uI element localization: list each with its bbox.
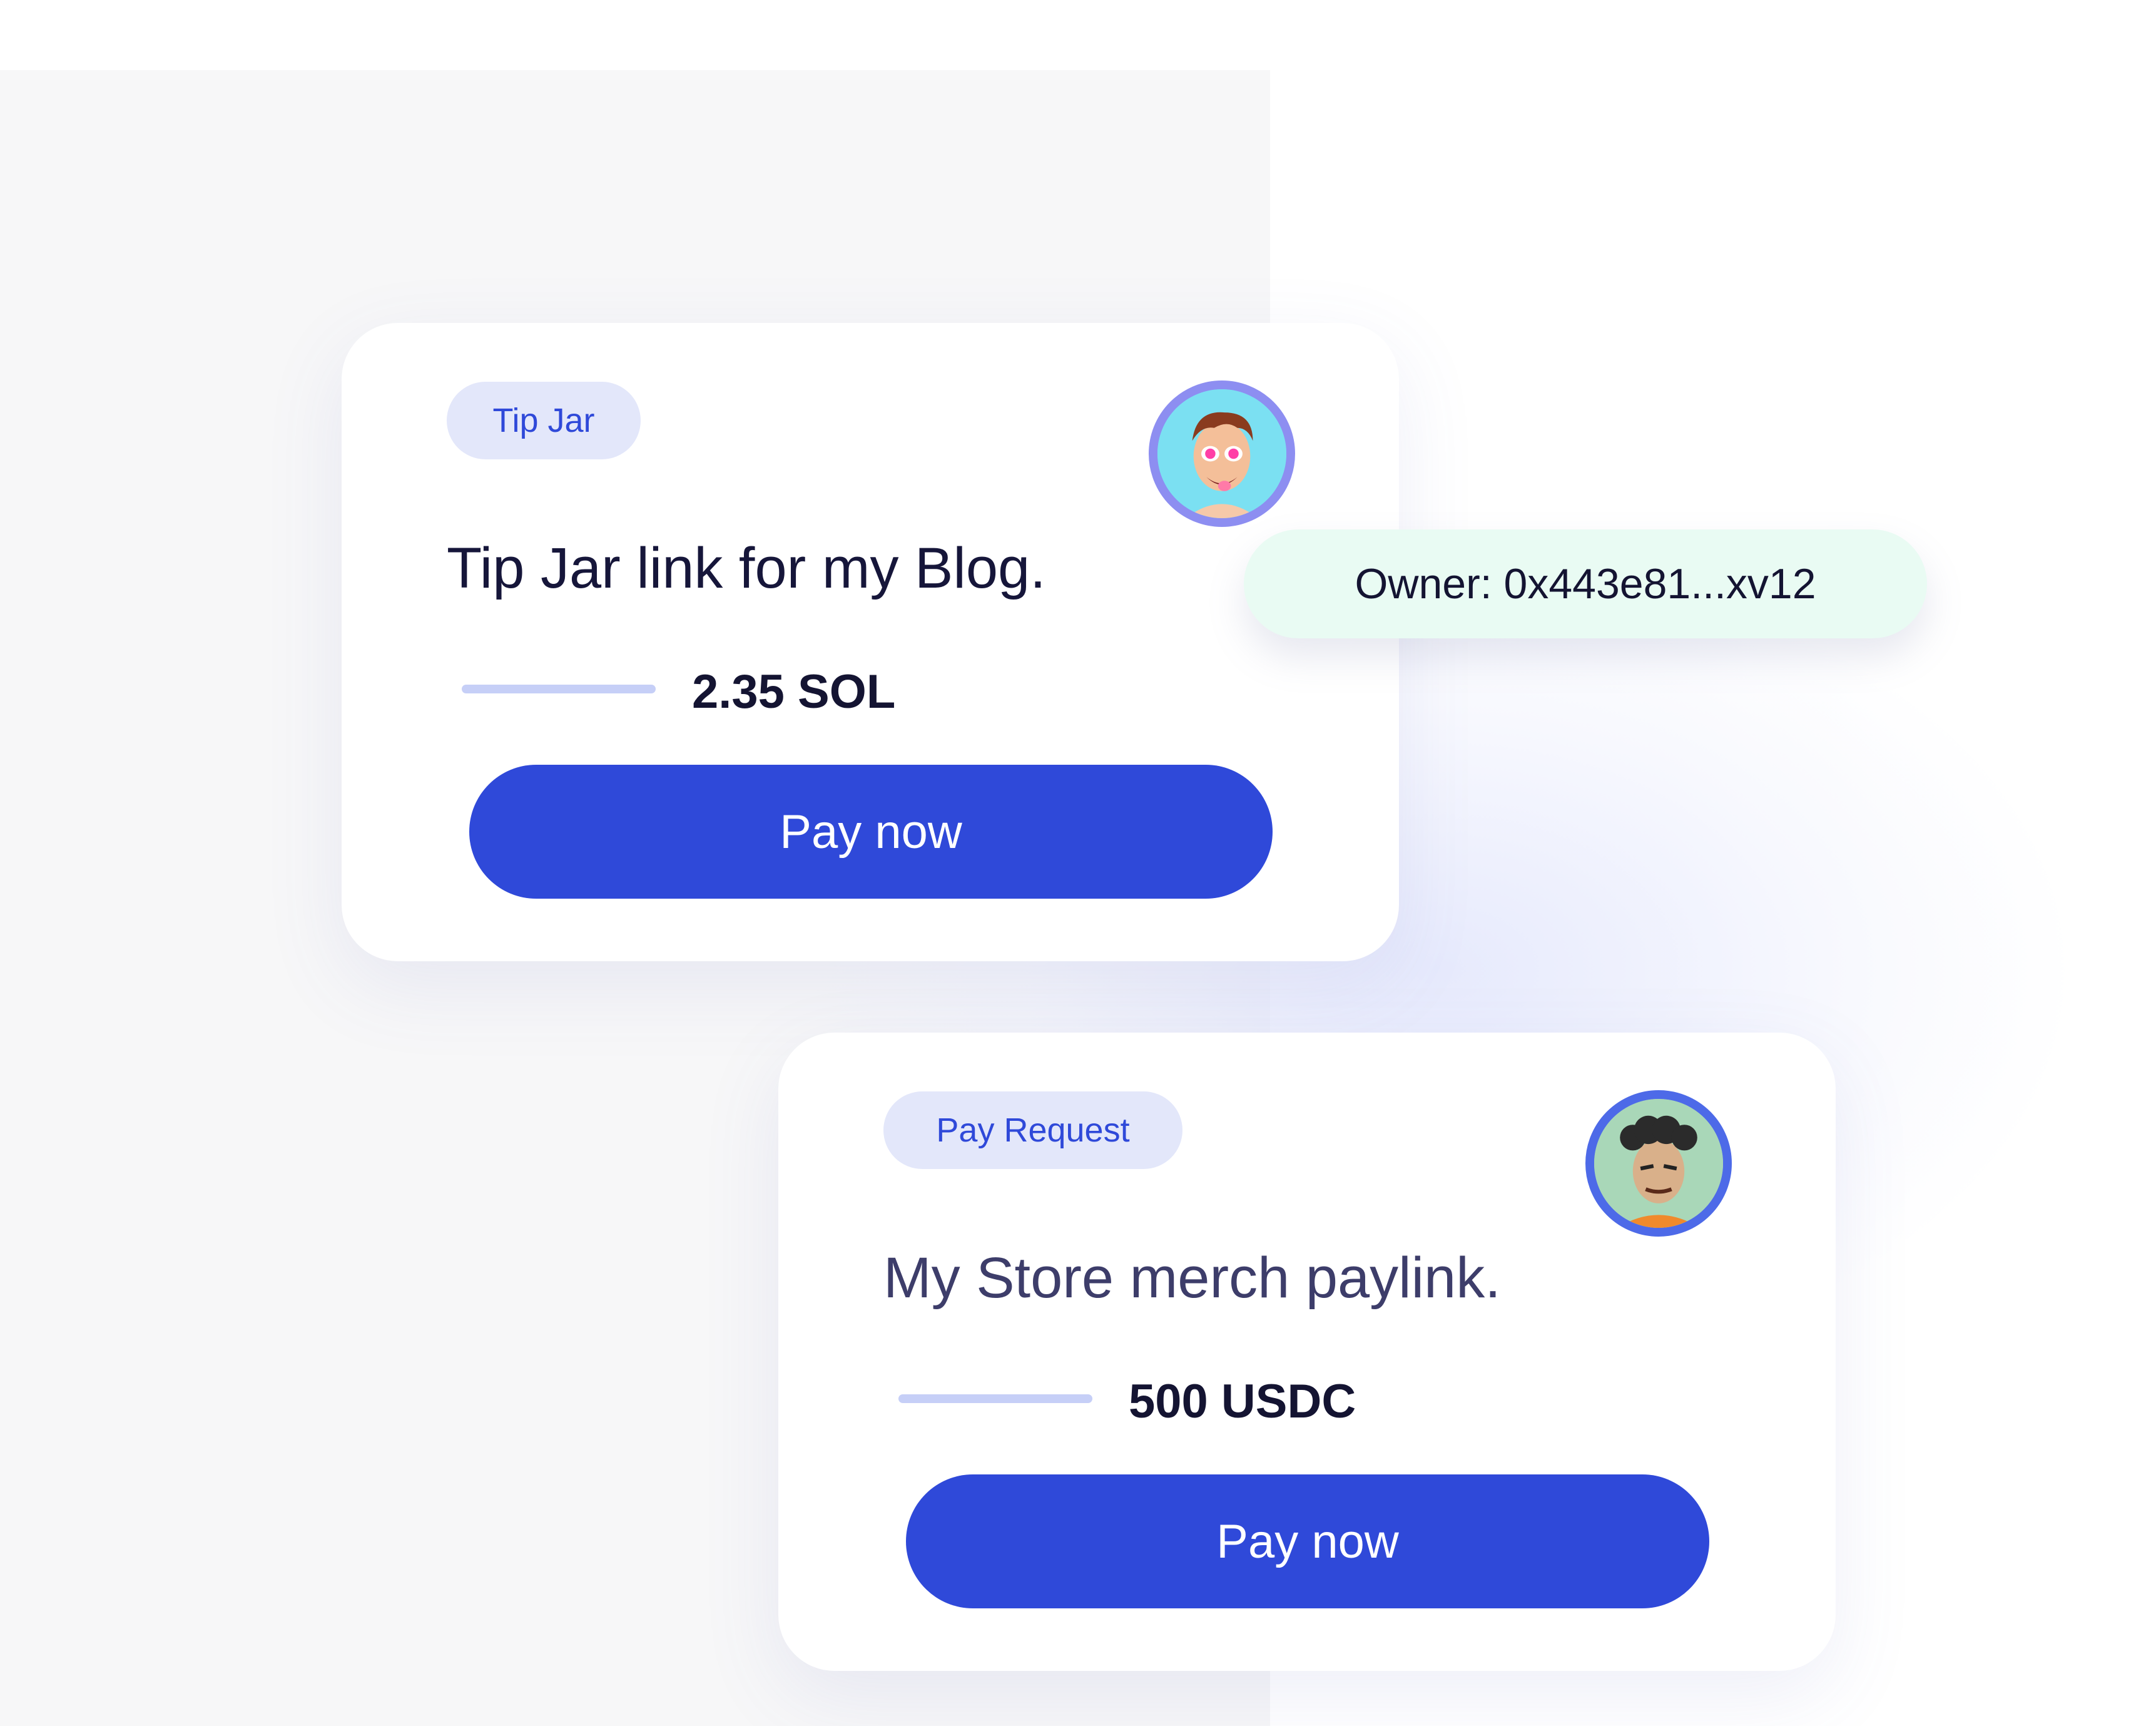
pay-request-card: Pay Request My Store merch paylink. 500 … <box>778 1033 1836 1671</box>
tip-jar-tag: Tip Jar <box>447 382 641 459</box>
cartoon-avatar-boy-icon <box>1149 380 1295 527</box>
pay-request-amount: 500 USDC <box>1129 1375 1356 1428</box>
cartoon-avatar-man-icon <box>1585 1090 1732 1237</box>
pay-request-tag: Pay Request <box>883 1091 1182 1169</box>
tip-jar-pay-now-button[interactable]: Pay now <box>469 765 1273 899</box>
amount-divider <box>462 685 656 693</box>
tip-jar-description: Tip Jar link for my Blog. <box>447 536 1046 600</box>
tip-jar-amount: 2.35 SOL <box>692 665 896 718</box>
pay-request-description: My Store merch paylink. <box>883 1246 1501 1310</box>
tip-jar-card: Tip Jar Tip Jar link for my Blog. 2.35 S… <box>342 323 1399 961</box>
pay-request-pay-now-button[interactable]: Pay now <box>906 1474 1709 1608</box>
owner-address-pill: Owner: 0x443e81...xv12 <box>1244 529 1927 638</box>
amount-divider <box>898 1394 1092 1403</box>
